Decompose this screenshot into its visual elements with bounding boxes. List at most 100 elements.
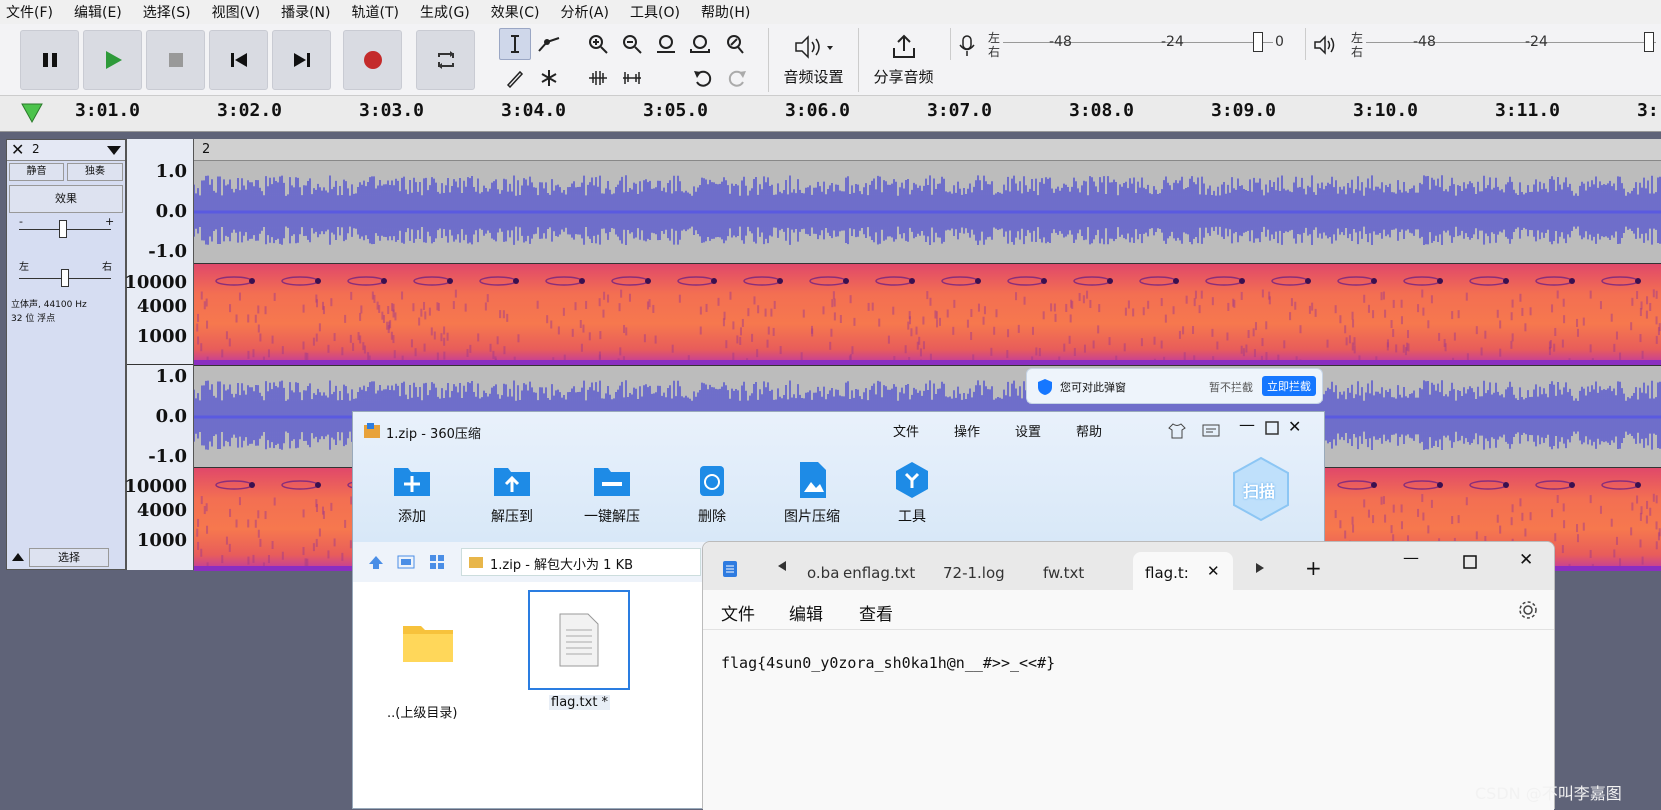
notepad-editor[interactable]: flag{4sun0_y0zora_sh0ka1h@n__#>>_<<#} xyxy=(703,630,1554,810)
zip-menu-operate[interactable]: 操作 xyxy=(954,421,980,440)
share-icon xyxy=(892,34,915,58)
tab-obs[interactable]: o.ba xyxy=(807,564,839,582)
envelope-tool-button[interactable] xyxy=(533,28,565,60)
zip-minimize-button[interactable]: — xyxy=(1239,415,1255,434)
audio-setup-button[interactable]: 音频设置 xyxy=(768,28,858,92)
notepad-menu-file[interactable]: 文件 xyxy=(721,600,755,625)
tab-flag-active[interactable]: flag.t: ✕ xyxy=(1133,552,1233,590)
play-meter-tick: -24 xyxy=(1525,34,1548,50)
grid-view-icon[interactable] xyxy=(429,554,445,570)
menu-view[interactable]: 视图(V) xyxy=(212,2,261,22)
tab-fw[interactable]: fw.txt xyxy=(1043,564,1084,582)
popup-block-button[interactable]: 立即拦截 xyxy=(1262,376,1316,396)
popup-block-notice: 您可对此弹窗 暂不拦截 立即拦截 xyxy=(1026,368,1323,404)
track-format-bits: 32 位 浮点 xyxy=(11,314,56,324)
track-name[interactable]: 2 xyxy=(32,142,40,156)
zip-close-button[interactable]: ✕ xyxy=(1288,417,1301,436)
gain-slider[interactable] xyxy=(59,220,67,238)
mute-button[interactable]: 静音 xyxy=(9,163,64,181)
menu-select[interactable]: 选择(S) xyxy=(143,2,191,22)
rec-meter-slider[interactable] xyxy=(1253,32,1263,52)
spectrogram-left[interactable] xyxy=(194,263,1661,365)
timeline-ruler[interactable]: 3:01.0 3:02.0 3:03.0 3:04.0 3:05.0 3:06.… xyxy=(0,96,1661,132)
silence-button[interactable] xyxy=(616,62,648,94)
play-head-icon[interactable] xyxy=(20,102,44,124)
playback-meter[interactable]: 左 右 -48 -24 xyxy=(1305,28,1661,60)
skip-end-button[interactable] xyxy=(272,30,331,90)
up-arrow-icon[interactable] xyxy=(368,554,384,570)
menu-tools[interactable]: 工具(O) xyxy=(630,2,680,22)
new-tab-button[interactable]: + xyxy=(1305,556,1322,580)
tab-72-1-log[interactable]: 72-1.log xyxy=(943,564,1005,582)
menu-help[interactable]: 帮助(H) xyxy=(701,2,750,22)
collapse-icon[interactable] xyxy=(11,551,25,563)
tab-close-icon[interactable]: ✕ xyxy=(1207,562,1220,580)
stop-button[interactable] xyxy=(146,30,205,90)
select-track-button[interactable]: 选择 xyxy=(29,548,109,567)
menu-analyze[interactable]: 分析(A) xyxy=(560,2,609,22)
zip-menu-file[interactable]: 文件 xyxy=(893,421,919,440)
list-view-icon[interactable] xyxy=(397,554,415,570)
rec-meter-scale xyxy=(1003,42,1273,43)
pan-slider[interactable] xyxy=(61,269,69,287)
maximize-icon[interactable] xyxy=(1265,421,1279,435)
close-icon[interactable]: ✕ xyxy=(11,140,24,159)
zip-tools-button[interactable]: 工具 xyxy=(877,460,947,526)
waveform-left[interactable] xyxy=(194,161,1661,263)
chevron-down-icon[interactable] xyxy=(107,146,121,156)
zoom-in-button[interactable] xyxy=(582,28,614,60)
play-button[interactable] xyxy=(83,30,142,90)
skin-icon[interactable] xyxy=(1167,422,1187,440)
zip-parent-folder[interactable]: ..(上级目录) xyxy=(383,612,473,722)
share-audio-button[interactable]: 分享音频 xyxy=(858,28,948,92)
zip-scan-button[interactable]: 扫描 xyxy=(1231,456,1291,522)
loop-button[interactable] xyxy=(416,30,475,90)
zip-menu-help[interactable]: 帮助 xyxy=(1076,421,1102,440)
zoom-out-button[interactable] xyxy=(616,28,648,60)
zip-extract-to-button[interactable]: 解压到 xyxy=(477,460,547,526)
record-meter[interactable]: 左 右 -48 -24 0 xyxy=(950,28,1295,60)
tab-scroll-left-icon[interactable] xyxy=(777,560,787,572)
message-icon[interactable] xyxy=(1201,422,1221,440)
fit-project-button[interactable] xyxy=(684,28,716,60)
zip-quick-extract-button[interactable]: 一键解压 xyxy=(577,460,647,526)
draw-tool-button[interactable] xyxy=(499,62,531,94)
tab-scroll-right-icon[interactable] xyxy=(1255,562,1265,574)
zip-delete-button[interactable]: 删除 xyxy=(677,460,747,526)
menu-file[interactable]: 文件(F) xyxy=(6,2,53,22)
zip-menu-settings[interactable]: 设置 xyxy=(1015,421,1041,440)
skip-start-button[interactable] xyxy=(209,30,268,90)
play-meter-slider[interactable] xyxy=(1644,32,1654,52)
zip-add-button[interactable]: 添加 xyxy=(377,460,447,526)
redo-button[interactable] xyxy=(721,62,753,94)
clip-header[interactable]: 2 xyxy=(194,139,1661,161)
multi-tool-button[interactable] xyxy=(533,62,565,94)
menu-effect[interactable]: 效果(C) xyxy=(491,2,540,22)
record-button[interactable] xyxy=(343,30,402,90)
notepad-minimize-button[interactable]: — xyxy=(1403,548,1419,567)
play-icon xyxy=(105,51,122,69)
trim-button[interactable] xyxy=(582,62,614,94)
zip-flag-file[interactable] xyxy=(528,590,630,690)
select-tool-button[interactable] xyxy=(499,28,531,60)
spec-scale-label: 4000 xyxy=(136,296,187,317)
menu-generate[interactable]: 生成(G) xyxy=(420,2,470,22)
notepad-close-button[interactable]: ✕ xyxy=(1519,550,1533,570)
popup-ignore-button[interactable]: 暂不拦截 xyxy=(1209,379,1253,395)
notepad-menu-edit[interactable]: 编辑 xyxy=(789,600,823,625)
solo-button[interactable]: 独奏 xyxy=(67,163,123,181)
menu-edit[interactable]: 编辑(E) xyxy=(74,2,122,22)
tab-enflag[interactable]: enflag.txt xyxy=(843,564,915,582)
zip-image-compress-button[interactable]: 图片压缩 xyxy=(777,460,847,526)
notepad-menu-view[interactable]: 查看 xyxy=(859,600,893,625)
menu-record[interactable]: 播录(N) xyxy=(281,2,330,22)
pause-button[interactable] xyxy=(20,30,79,90)
undo-button[interactable] xyxy=(687,62,719,94)
fit-selection-button[interactable] xyxy=(650,28,682,60)
maximize-icon[interactable] xyxy=(1463,555,1477,569)
gear-icon[interactable] xyxy=(1518,600,1538,620)
zip-path-field[interactable]: 1.zip - 解包大小为 1 KB xyxy=(461,548,701,576)
zoom-toggle-button[interactable] xyxy=(718,28,750,60)
menu-tracks[interactable]: 轨道(T) xyxy=(352,2,399,22)
effects-button[interactable]: 效果 xyxy=(9,185,123,213)
